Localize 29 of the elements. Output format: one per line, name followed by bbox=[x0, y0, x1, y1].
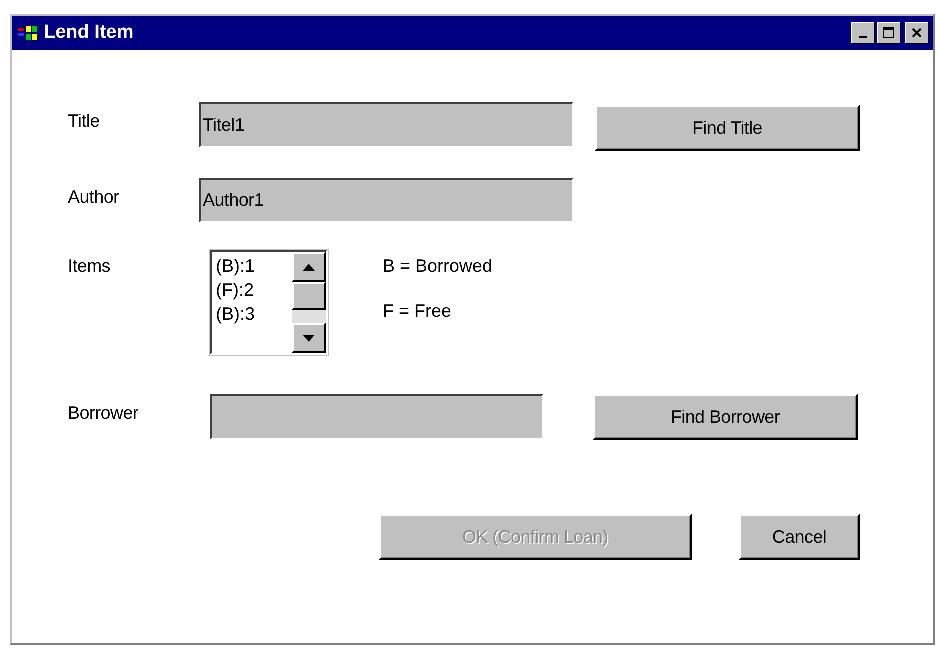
list-item[interactable]: (F):2 bbox=[216, 278, 292, 302]
list-item[interactable]: (B):1 bbox=[216, 254, 292, 278]
find-button[interactable]: Find Borrower bbox=[593, 394, 858, 440]
legend-text: B = Borrowed bbox=[383, 256, 493, 277]
scroll-down-button[interactable] bbox=[292, 323, 326, 353]
cancel-button[interactable]: Cancel bbox=[739, 514, 860, 560]
minimize-icon bbox=[859, 36, 867, 38]
input-field[interactable]: Author1 bbox=[199, 178, 574, 223]
legend-text: F = Free bbox=[383, 301, 453, 322]
up-arrow-icon bbox=[303, 264, 315, 270]
minimize-button[interactable] bbox=[851, 22, 875, 44]
scroll-up-button[interactable] bbox=[292, 252, 326, 282]
field-label: Author bbox=[68, 186, 120, 208]
close-icon bbox=[911, 27, 923, 39]
field-label: Borrower bbox=[68, 402, 140, 424]
down-arrow-icon bbox=[303, 334, 315, 342]
maximize-button[interactable] bbox=[877, 22, 901, 44]
close-button[interactable] bbox=[905, 22, 929, 44]
find-button[interactable]: Find Title bbox=[595, 105, 860, 151]
field-label: Title bbox=[68, 110, 101, 132]
field-label: Items bbox=[68, 255, 112, 277]
list-item[interactable]: (B):3 bbox=[216, 302, 292, 326]
app-icon bbox=[18, 25, 38, 41]
maximize-icon bbox=[883, 27, 895, 39]
input-field[interactable] bbox=[210, 394, 544, 440]
input-field[interactable]: Titel1 bbox=[199, 102, 574, 148]
window-title: Lend Item bbox=[44, 22, 135, 44]
list-box[interactable]: (B):1 (F):2 (B):3 bbox=[210, 250, 328, 355]
scroll-thumb[interactable] bbox=[292, 282, 326, 310]
